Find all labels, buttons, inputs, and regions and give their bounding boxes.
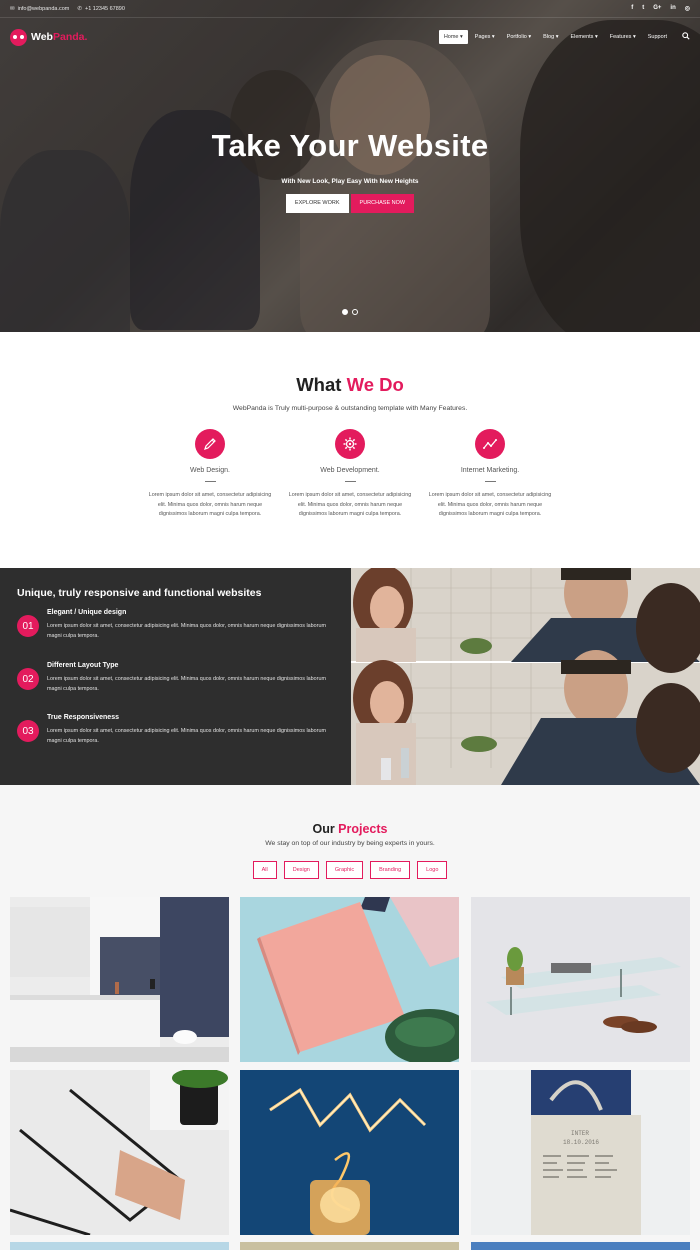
hero-title: Take Your Website — [211, 128, 489, 163]
project-tile-partial[interactable] — [240, 1242, 459, 1250]
filter-branding[interactable]: Branding — [370, 861, 411, 879]
feature-text: Lorem ipsum dolor sit amet, consectetur … — [47, 676, 326, 692]
social-links: f t G+ in ◎ — [631, 5, 690, 12]
gear-icon — [335, 429, 365, 459]
explore-work-button[interactable]: EXPLORE WORK — [285, 194, 349, 213]
project-tile-stationery[interactable] — [240, 897, 459, 1062]
service-title: Internet Marketing. — [460, 467, 520, 474]
main-navbar: WebPanda. Home ▾ Pages ▾ Portfolio ▾ Blo… — [0, 18, 700, 56]
top-contact-bar: ✉ info@webpanda.com ✆ +1 12345 67890 f t… — [0, 0, 700, 18]
nav-item-home[interactable]: Home ▾ — [438, 30, 468, 44]
feature-number-badge: 01 — [17, 615, 39, 637]
projects-title: Our Projects — [312, 822, 388, 836]
googleplus-icon[interactable]: G+ — [653, 5, 661, 12]
filter-all[interactable]: All — [252, 861, 277, 879]
projects-subtitle: We stay on top of our industry by being … — [265, 840, 435, 847]
nav-item-portfolio[interactable]: Portfolio ▾ — [502, 30, 536, 44]
phone-contact[interactable]: ✆ +1 12345 67890 — [77, 6, 125, 12]
feature-number-badge: 03 — [17, 720, 39, 742]
svg-text:18.10.2016: 18.10.2016 — [563, 1139, 599, 1146]
envelope-icon: ✉ — [10, 5, 15, 12]
slider-dot-2[interactable] — [352, 309, 358, 315]
project-tile-shelf[interactable] — [471, 897, 690, 1062]
service-internet-marketing: Internet Marketing. Lorem ipsum dolor si… — [420, 429, 560, 520]
project-tile-bathroom[interactable] — [10, 897, 229, 1062]
filter-graphic[interactable]: Graphic — [325, 861, 364, 879]
feature-text: Lorem ipsum dolor sit amet, consectetur … — [47, 623, 326, 639]
slider-dot-1[interactable] — [342, 309, 348, 315]
project-tile-sparkler[interactable] — [240, 1070, 459, 1235]
feature-name: Elegant / Unique design — [47, 609, 127, 616]
feature-number-badge: 02 — [17, 668, 39, 690]
nav-menu: Home ▾ Pages ▾ Portfolio ▾ Blog ▾ Elemen… — [438, 30, 690, 44]
project-tile-partial[interactable] — [10, 1242, 229, 1250]
project-filters: All Design Graphic Branding Logo — [0, 861, 700, 879]
nav-item-features[interactable]: Features ▾ — [605, 30, 641, 44]
email-text: info@webpanda.com — [17, 5, 70, 12]
slider-dots — [0, 309, 700, 315]
tote-print-text: INTER — [571, 1130, 589, 1137]
divider — [344, 481, 356, 482]
projects-section: Our Projects We stay on top of our indus… — [0, 785, 700, 1250]
twitter-icon[interactable]: t — [642, 5, 644, 12]
divider — [484, 481, 496, 482]
feature-name: True Responsiveness — [47, 714, 119, 721]
filter-design[interactable]: Design — [283, 861, 319, 879]
nav-item-blog[interactable]: Blog ▾ — [538, 30, 563, 44]
email-contact[interactable]: ✉ info@webpanda.com — [10, 6, 69, 12]
panda-logo-icon — [10, 28, 27, 46]
service-title: Web Development. — [320, 467, 380, 474]
instagram-icon[interactable]: ◎ — [685, 5, 690, 12]
pencil-icon — [195, 429, 225, 459]
site-logo[interactable]: WebPanda. — [10, 28, 88, 46]
chart-icon — [475, 429, 505, 459]
nav-item-support[interactable]: Support — [643, 30, 672, 44]
phone-icon: ✆ — [77, 5, 82, 12]
features-panel: Unique, truly responsive and functional … — [0, 568, 351, 785]
nav-item-pages[interactable]: Pages ▾ — [470, 30, 500, 44]
features-title: Unique, truly responsive and functional … — [17, 587, 262, 599]
service-title: Web Design. — [190, 467, 230, 474]
purchase-now-button[interactable]: PURCHASE NOW — [350, 194, 415, 213]
filter-logo[interactable]: Logo — [417, 861, 448, 879]
divider — [204, 481, 216, 482]
service-text: Lorem ipsum dolor sit amet, consectetur … — [288, 492, 412, 518]
phone-text: +1 12345 67890 — [84, 5, 125, 12]
what-we-do-title: What We Do — [296, 374, 404, 395]
logo-text-accent: Panda. — [52, 31, 88, 43]
feature-name: Different Layout Type — [47, 662, 119, 669]
service-web-development: Web Development. Lorem ipsum dolor sit a… — [280, 429, 420, 520]
nav-item-elements[interactable]: Elements ▾ — [565, 30, 602, 44]
service-text: Lorem ipsum dolor sit amet, consectetur … — [148, 492, 272, 518]
facebook-icon[interactable]: f — [631, 5, 633, 12]
features-photo — [351, 568, 700, 785]
service-text: Lorem ipsum dolor sit amet, consectetur … — [428, 492, 552, 518]
hero-subtitle: With New Look, Play Easy With New Height… — [281, 178, 419, 185]
project-tile-partial[interactable] — [471, 1242, 690, 1250]
hero-buttons: EXPLORE WORK PURCHASE NOW — [0, 194, 700, 213]
project-tile-tote[interactable]: INTER 18.10.2016 — [471, 1070, 690, 1235]
services-row: Web Design. Lorem ipsum dolor sit amet, … — [140, 429, 560, 520]
feature-text: Lorem ipsum dolor sit amet, consectetur … — [47, 728, 326, 744]
search-icon[interactable] — [682, 32, 690, 42]
what-we-do-subtitle: WebPanda is Truly multi-purpose & outsta… — [232, 405, 468, 412]
linkedin-icon[interactable]: in — [670, 5, 675, 12]
logo-text-main: Web — [31, 31, 53, 43]
project-tile-frame[interactable] — [10, 1070, 229, 1235]
hero-slider: ✉ info@webpanda.com ✆ +1 12345 67890 f t… — [0, 0, 700, 332]
service-web-design: Web Design. Lorem ipsum dolor sit amet, … — [140, 429, 280, 520]
